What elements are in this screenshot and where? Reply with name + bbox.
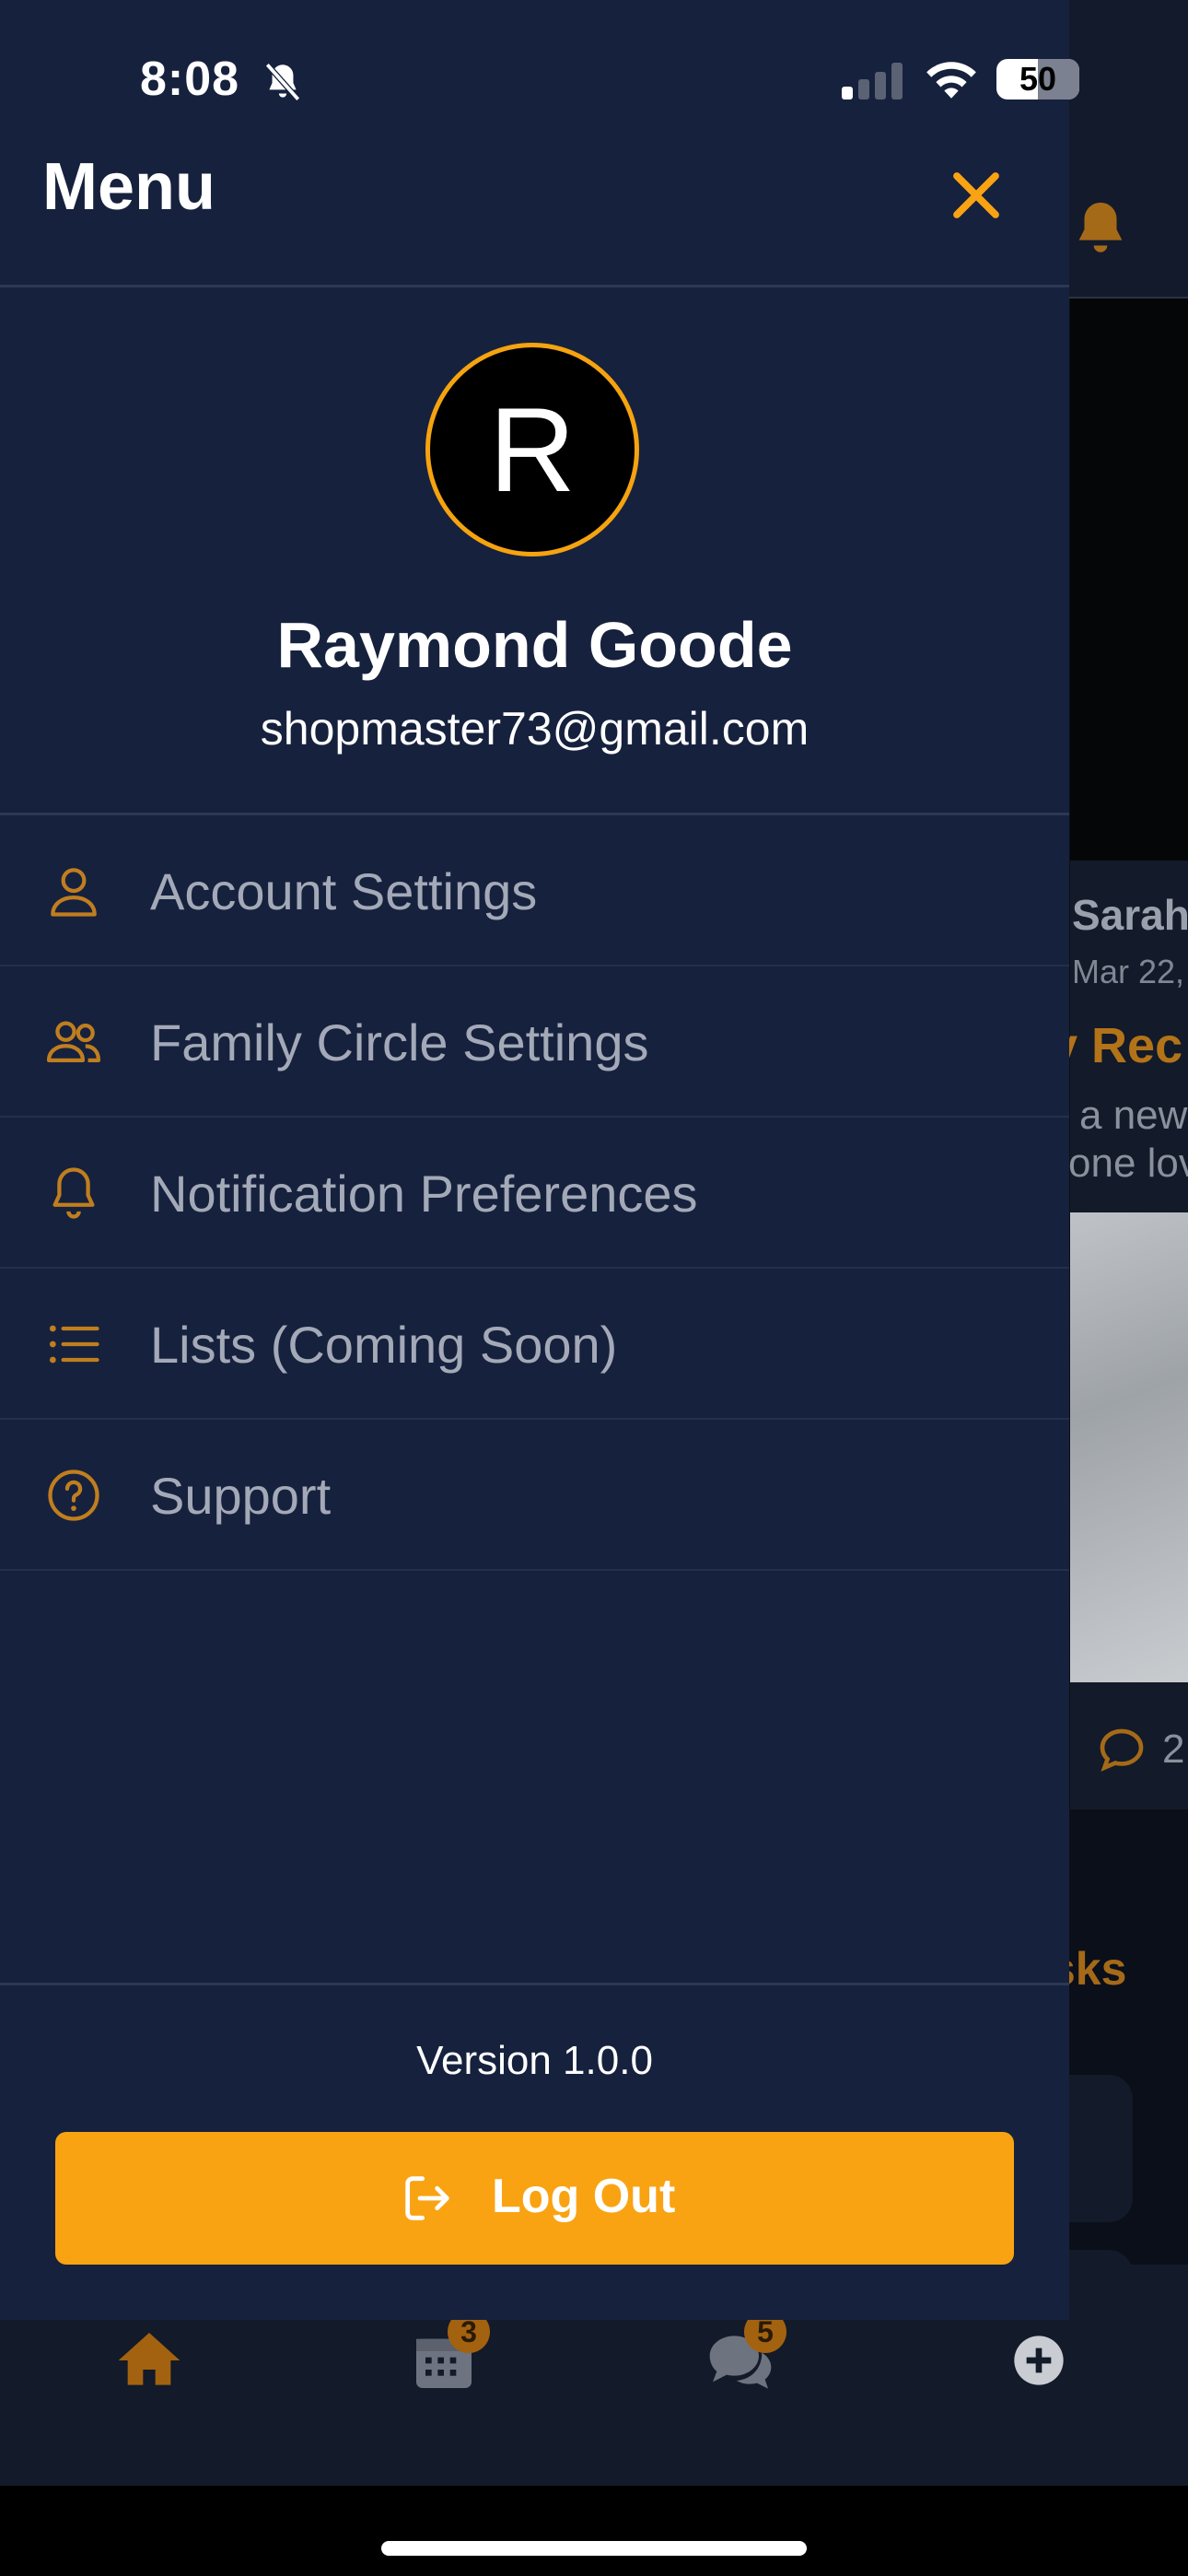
menu-item-account-settings[interactable]: Account Settings bbox=[0, 815, 1069, 966]
menu-item-family-circle-settings[interactable]: Family Circle Settings bbox=[0, 966, 1069, 1118]
profile-email: shopmaster73@gmail.com bbox=[260, 703, 809, 755]
bell-icon[interactable] bbox=[1068, 195, 1133, 263]
menu-item-label: Lists (Coming Soon) bbox=[150, 1316, 618, 1374]
post-author: Sarah bbox=[1072, 891, 1188, 939]
avatar[interactable]: R bbox=[425, 343, 639, 556]
post-date: Mar 22, bbox=[1072, 953, 1185, 990]
user-icon bbox=[51, 868, 97, 917]
side-menu-drawer: 8:08 50 Menu R Raymond Goode shopmaster7… bbox=[0, 0, 1079, 2320]
menu-item-notification-preferences[interactable]: Notification Preferences bbox=[0, 1118, 1069, 1269]
home-icon[interactable] bbox=[112, 2324, 186, 2397]
bell-slash-icon bbox=[264, 63, 301, 101]
signal-icon bbox=[842, 63, 903, 100]
bottom-safe-area bbox=[0, 2486, 1188, 2576]
close-icon[interactable] bbox=[943, 162, 1009, 228]
menu-item-lists[interactable]: Lists (Coming Soon) bbox=[0, 1269, 1069, 1420]
divider bbox=[0, 1983, 1069, 1985]
add-icon[interactable] bbox=[1002, 2324, 1076, 2397]
post-image bbox=[1070, 1212, 1188, 1682]
logout-label: Log Out bbox=[492, 2170, 676, 2223]
home-indicator[interactable] bbox=[381, 2541, 807, 2556]
status-time: 8:08 bbox=[140, 53, 240, 106]
comment-icon[interactable] bbox=[1096, 1725, 1147, 1776]
app-root: Sarah Mar 22, v Rec a new one lov 2 sks … bbox=[0, 0, 1188, 2576]
menu-item-label: Notification Preferences bbox=[150, 1165, 698, 1223]
app-version: Version 1.0.0 bbox=[416, 2038, 653, 2083]
wifi-icon bbox=[926, 62, 976, 99]
status-bar: 8:08 50 bbox=[0, 0, 1079, 157]
logout-button[interactable]: Log Out bbox=[55, 2132, 1014, 2265]
comment-count: 2 bbox=[1162, 1727, 1185, 1772]
help-circle-icon bbox=[48, 1469, 99, 1521]
menu-item-label: Family Circle Settings bbox=[150, 1013, 649, 1071]
battery-level: 50 bbox=[1019, 60, 1057, 98]
menu-item-label: Support bbox=[150, 1467, 332, 1525]
users-icon bbox=[46, 1021, 101, 1062]
post-title: v Rec bbox=[1050, 1018, 1183, 1073]
menu-item-label: Account Settings bbox=[150, 862, 538, 920]
battery-indicator: 50 bbox=[996, 59, 1079, 100]
post-text: a new bbox=[1079, 1093, 1188, 1138]
menu-item-support[interactable]: Support bbox=[0, 1420, 1069, 1571]
background-banner bbox=[1070, 299, 1188, 861]
divider bbox=[0, 285, 1069, 287]
post-text: one lov bbox=[1068, 1141, 1188, 1186]
profile-name: Raymond Goode bbox=[276, 609, 793, 681]
avatar-initial: R bbox=[489, 382, 576, 517]
menu-title: Menu bbox=[42, 150, 215, 224]
logout-icon bbox=[405, 2176, 449, 2220]
list-icon bbox=[49, 1325, 99, 1364]
bell-icon bbox=[52, 1167, 95, 1219]
